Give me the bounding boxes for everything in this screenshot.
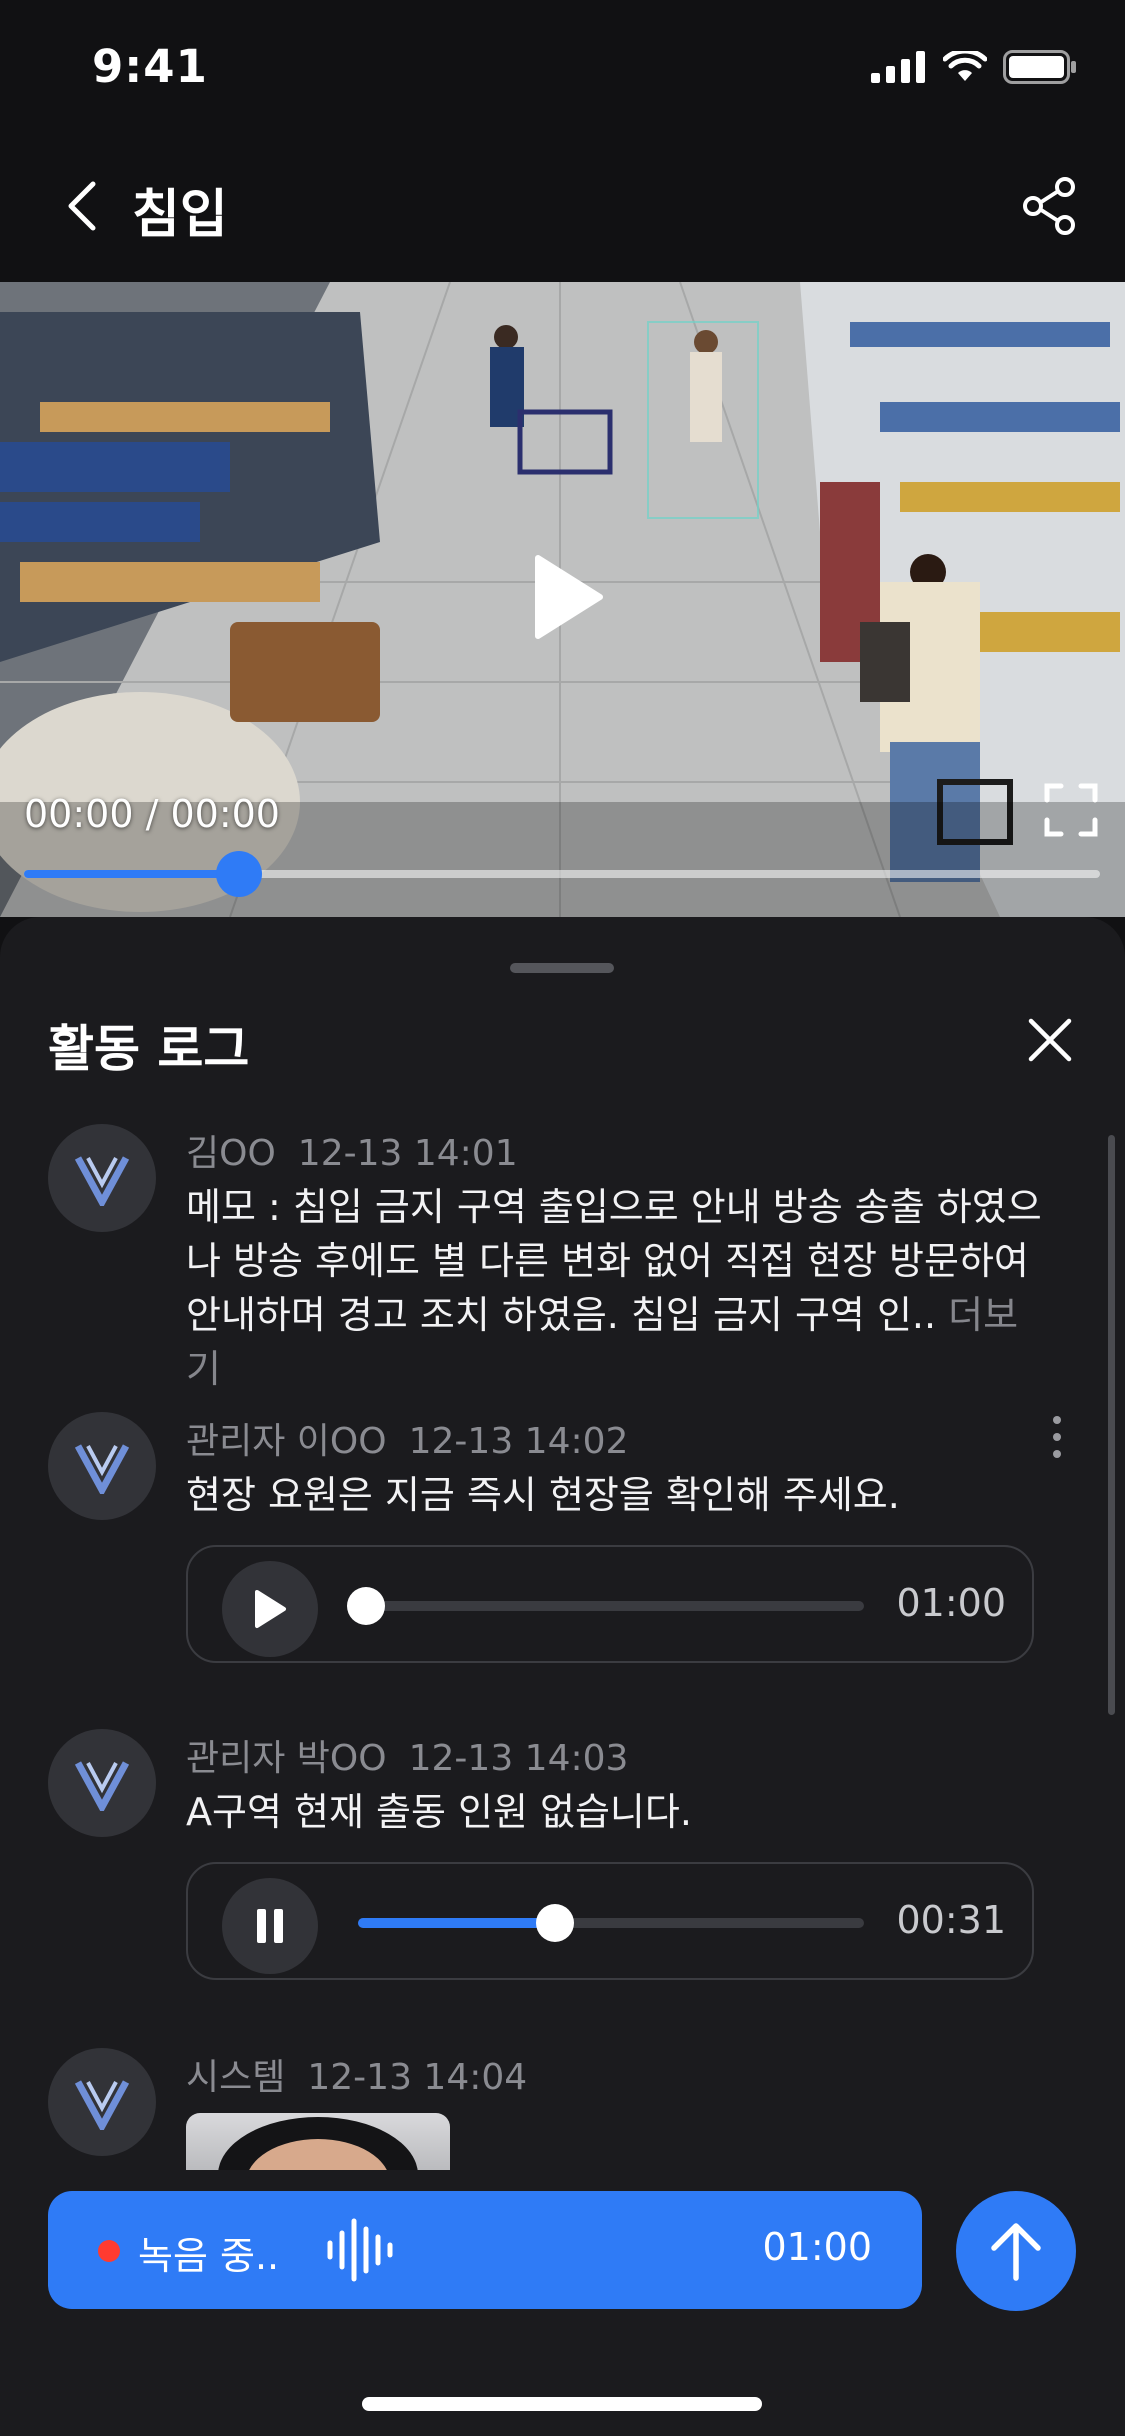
- v-logo-icon: [74, 1444, 130, 1494]
- avatar: [48, 1729, 156, 1837]
- audio-progress-track[interactable]: [358, 1601, 864, 1611]
- video-time-display: 00:00 / 00:00: [24, 792, 280, 836]
- audio-progress-thumb[interactable]: [536, 1904, 575, 1942]
- log-meta: 관리자 이OO 12-13 14:02: [186, 1412, 628, 1464]
- video-player[interactable]: 00:00 / 00:00: [0, 282, 1125, 917]
- log-timestamp: 12-13 14:02: [408, 1421, 629, 1462]
- arrow-up-icon: [991, 2223, 1041, 2281]
- sheet-grabber[interactable]: [510, 963, 614, 973]
- share-button[interactable]: [1017, 174, 1081, 238]
- fullscreen-icon[interactable]: [1043, 782, 1099, 838]
- play-icon[interactable]: [532, 554, 604, 640]
- v-logo-icon: [74, 2080, 130, 2130]
- audio-play-button[interactable]: [222, 1561, 318, 1657]
- status-icons: [871, 50, 1077, 84]
- attached-photo-thumbnail[interactable]: [186, 2113, 450, 2173]
- voice-message-player: 00:31: [186, 1862, 1034, 1980]
- home-indicator: [362, 2397, 762, 2411]
- video-seek-thumb[interactable]: [216, 851, 263, 897]
- log-timestamp: 12-13 14:01: [297, 1133, 518, 1174]
- log-message: 현장 요원은 지금 즉시 현장을 확인해 주세요.: [186, 1473, 900, 1517]
- recording-dot: [98, 2240, 120, 2262]
- send-button[interactable]: [956, 2191, 1076, 2311]
- status-time: 9:41: [92, 40, 208, 93]
- log-scrollbar[interactable]: [1108, 1135, 1115, 1715]
- log-message: 메모 : 침입 금지 구역 출입으로 안내 방송 송출 하였으나 방송 후에도 …: [186, 1180, 1046, 1396]
- recording-time: 01:00: [762, 2225, 872, 2269]
- log-meta: 시스템 12-13 14:04: [186, 2048, 527, 2100]
- voice-message-player: 01:00: [186, 1545, 1034, 1663]
- status-bar: 9:41: [0, 0, 1125, 132]
- log-meta: 김OO 12-13 14:01: [186, 1124, 518, 1176]
- v-logo-icon: [74, 1761, 130, 1811]
- video-seek-progress: [24, 870, 240, 878]
- avatar: [48, 1124, 156, 1232]
- share-icon: [1023, 177, 1075, 235]
- audio-pause-button[interactable]: [222, 1878, 318, 1974]
- log-timestamp: 12-13 14:04: [307, 2057, 528, 2098]
- cellular-signal-icon: [871, 51, 925, 83]
- avatar: [48, 1412, 156, 1520]
- recording-indicator[interactable]: 녹음 중.. 01:00: [48, 2191, 922, 2309]
- play-icon: [255, 1590, 286, 1628]
- wifi-icon: [943, 51, 987, 81]
- log-author: 관리자 이OO: [186, 1421, 387, 1462]
- recording-label: 녹음 중..: [138, 2234, 280, 2278]
- log-timestamp: 12-13 14:03: [408, 1738, 629, 1779]
- top-navigation-bar: 침입: [0, 132, 1125, 282]
- sound-wave-icon: [327, 2218, 393, 2282]
- close-icon[interactable]: [1025, 1015, 1075, 1065]
- log-author: 시스템: [186, 2057, 286, 2098]
- sheet-title: 활동 로그: [48, 1020, 250, 1078]
- log-message-text: 메모 : 침입 금지 구역 출입으로 안내 방송 송출 하였으나 방송 후에도 …: [186, 1185, 1042, 1337]
- log-message: A구역 현재 출동 인원 없습니다.: [186, 1790, 692, 1834]
- audio-progress-thumb[interactable]: [347, 1587, 385, 1625]
- log-author: 김OO: [186, 1133, 276, 1174]
- audio-duration: 00:31: [896, 1898, 1006, 1942]
- person-photo-icon: [218, 2117, 418, 2173]
- pause-icon: [257, 1909, 283, 1943]
- back-button[interactable]: [52, 176, 112, 236]
- log-author: 관리자 박OO: [186, 1738, 387, 1779]
- log-meta: 관리자 박OO 12-13 14:03: [186, 1729, 628, 1781]
- page-title: 침입: [132, 185, 228, 245]
- v-logo-icon: [74, 1156, 130, 1206]
- audio-progress-fill: [358, 1918, 551, 1928]
- chevron-left-icon: [68, 181, 96, 231]
- battery-icon: [1003, 50, 1076, 84]
- avatar: [48, 2048, 156, 2156]
- audio-duration: 01:00: [896, 1581, 1006, 1625]
- more-options-icon[interactable]: [1047, 1412, 1067, 1462]
